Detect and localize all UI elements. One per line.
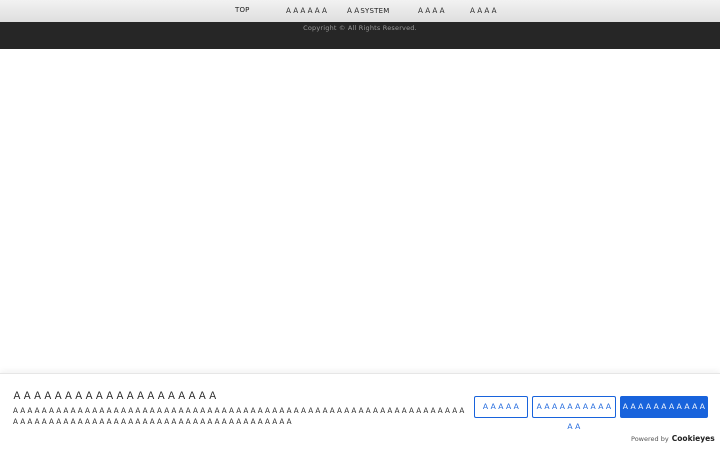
nav-item-system[interactable]: ＡＡSYSTEM xyxy=(346,6,390,16)
cookieyes-logo[interactable]: Cookieyes xyxy=(672,434,715,443)
accept-all-button[interactable]: ＡＡＡＡＡＡＡＡＡＡＡＡ xyxy=(620,396,708,431)
cookie-consent-banner: ＡＡＡＡＡＡＡＡＡＡＡＡＡＡＡＡＡＡＡＡ ＡＡＡＡＡＡＡＡＡＡＡＡＡＡＡＡＡＡＡ… xyxy=(0,373,720,451)
cookie-banner-description: ＡＡＡＡＡＡＡＡＡＡＡＡＡＡＡＡＡＡＡＡＡＡＡＡＡＡＡＡＡＡＡＡＡＡＡＡＡＡＡＡ… xyxy=(12,407,466,426)
nav-item-4[interactable]: ＡＡＡＡ xyxy=(417,6,446,16)
nav-item-2[interactable]: ＡＡＡＡＡＡ xyxy=(285,6,328,16)
nav-item-5[interactable]: ＡＡＡＡ xyxy=(469,6,498,16)
powered-by: Powered by Cookieyes xyxy=(631,434,715,443)
cookie-banner-title: ＡＡＡＡＡＡＡＡＡＡＡＡＡＡＡＡＡＡＡＡ xyxy=(12,391,218,402)
copyright-text: Copyright © All Rights Reserved. xyxy=(303,24,417,32)
customize-button[interactable]: ＡＡＡＡＡ xyxy=(474,396,528,418)
top-navigation: TOP ＡＡＡＡＡＡ ＡＡSYSTEM ＡＡＡＡ ＡＡＡＡ xyxy=(0,0,720,23)
footer-bar: Copyright © All Rights Reserved. xyxy=(0,22,720,49)
reject-all-button[interactable]: ＡＡＡＡＡＡＡＡＡＡＡＡ xyxy=(532,396,616,431)
powered-by-label: Powered by xyxy=(631,435,669,443)
nav-item-top[interactable]: TOP xyxy=(235,6,250,14)
